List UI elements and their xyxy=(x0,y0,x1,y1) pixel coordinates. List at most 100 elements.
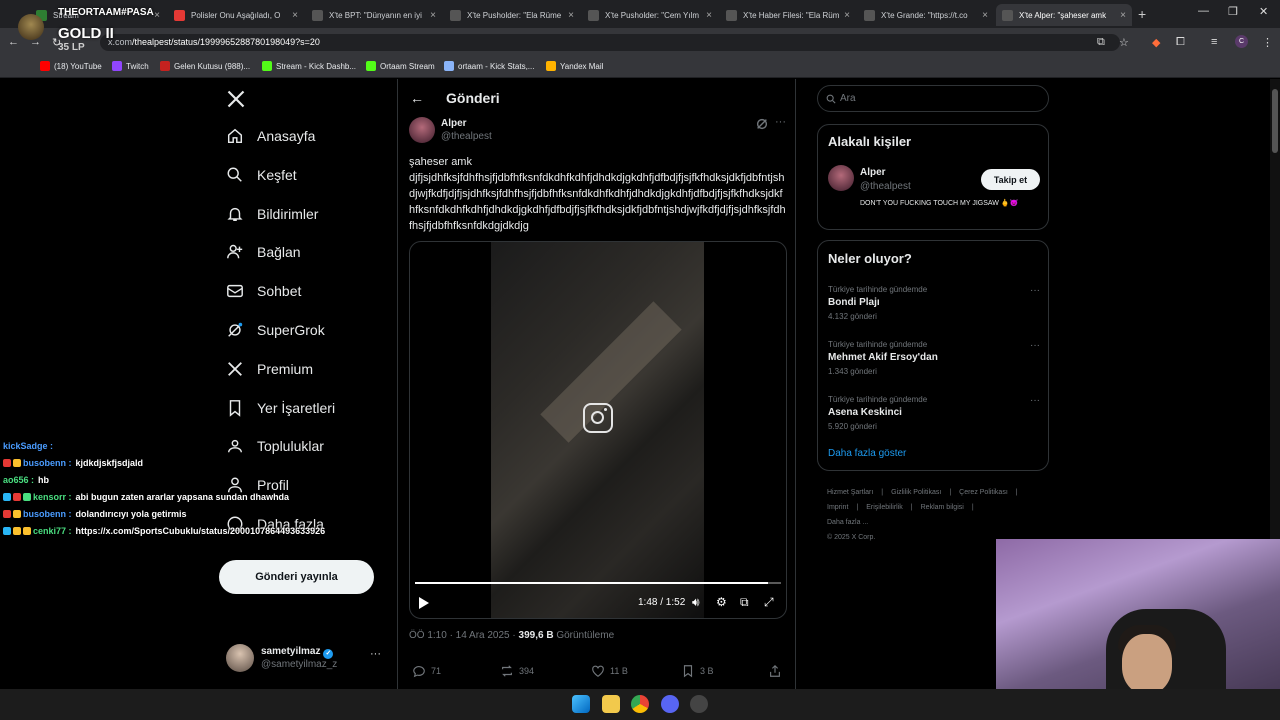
browser-tab[interactable]: X'te Grande: "https://t.co × xyxy=(858,4,994,26)
nav-item-person-add[interactable]: Bağlan xyxy=(226,243,301,261)
nav-item-home[interactable]: Anasayfa xyxy=(226,127,315,145)
start-icon[interactable] xyxy=(572,695,590,713)
chat-username[interactable]: kensorr : xyxy=(33,492,72,502)
settings-icon[interactable]: ⚙ xyxy=(716,595,727,609)
related-avatar[interactable] xyxy=(828,165,854,191)
trend-count: 1.343 gönderi xyxy=(828,367,877,376)
nav-item-bookmark[interactable]: Yer İşaretleri xyxy=(226,399,335,417)
bookmark-item[interactable]: Gelen Kutusu (988)... xyxy=(160,61,250,71)
show-more-link[interactable]: Daha fazla göster xyxy=(828,448,906,459)
related-name[interactable]: Alper xyxy=(860,167,886,178)
extension-icon[interactable]: ◆ xyxy=(1152,36,1160,49)
bookmark-item[interactable]: Yandex Mail xyxy=(546,61,603,71)
bookmark-item[interactable]: (18) YouTube xyxy=(40,61,102,71)
footer-link[interactable]: Gizlilik Politikası xyxy=(891,489,941,496)
author-avatar[interactable] xyxy=(409,117,435,143)
maximize-button[interactable]: ❐ xyxy=(1228,5,1238,18)
close-window-button[interactable]: ✕ xyxy=(1259,5,1268,18)
new-tab-button[interactable]: + xyxy=(1138,6,1146,22)
bookmark-item[interactable]: ortaam - Kick Stats,... xyxy=(444,61,534,71)
nav-label: Yer İşaretleri xyxy=(257,399,336,416)
verified-icon: ✓ xyxy=(323,649,334,659)
author-name[interactable]: Alper xyxy=(441,118,467,129)
footer-link[interactable]: Erişilebilirlik xyxy=(866,504,903,511)
like-button[interactable]: 11 B xyxy=(591,664,628,678)
tab-close-icon[interactable]: × xyxy=(706,10,712,21)
account-switcher[interactable]: sametyilmaz ✓ @sametyilmaz_z ··· xyxy=(226,642,386,676)
pip-icon[interactable]: ⧉ xyxy=(740,595,749,610)
tab-close-icon[interactable]: × xyxy=(982,10,988,21)
chat-username[interactable]: busobenn : xyxy=(23,458,72,468)
extensions-icon[interactable]: ⧠ xyxy=(1176,36,1185,49)
profile-avatar[interactable]: C xyxy=(1235,35,1248,48)
reply-button[interactable]: 71 xyxy=(412,664,441,678)
footer-link[interactable]: Çerez Politikası xyxy=(959,489,1008,496)
follow-button[interactable]: Takip et xyxy=(981,169,1040,190)
obs-icon[interactable] xyxy=(690,695,708,713)
browser-tab[interactable]: X'te Pusholder: "Ela Rüme × xyxy=(444,4,580,26)
chat-username[interactable]: kickSadge : xyxy=(3,441,53,451)
back-arrow-icon[interactable]: ← xyxy=(410,90,424,106)
tab-close-icon[interactable]: × xyxy=(1120,10,1126,21)
chrome-icon[interactable] xyxy=(631,695,649,713)
menu-icon[interactable]: ⋮ xyxy=(1262,36,1273,49)
play-icon[interactable] xyxy=(419,597,429,609)
nav-item-bell[interactable]: Bildirimler xyxy=(226,205,318,223)
file-explorer-icon[interactable] xyxy=(602,695,620,713)
search-input[interactable]: Ara xyxy=(817,85,1049,112)
footer-link[interactable]: Imprint xyxy=(827,504,848,511)
more-icon[interactable]: ··· xyxy=(370,648,381,660)
tab-close-icon[interactable]: × xyxy=(844,10,850,21)
media-icon[interactable]: ≡ xyxy=(1211,36,1217,48)
bookmark-button[interactable]: 3 B xyxy=(681,664,714,678)
footer-link[interactable]: Daha fazla ... xyxy=(827,519,868,526)
chat-username[interactable]: ao656 : xyxy=(3,475,34,485)
url-input[interactable]: x.com/thealpest/status/19999652887801980… xyxy=(100,34,1120,51)
trend-item[interactable]: Türkiye tarihinde gündemde Asena Keskinci… xyxy=(828,395,1040,431)
bookmark-item[interactable]: Ortaam Stream xyxy=(366,61,435,71)
nav-item-search[interactable]: Keşfet xyxy=(226,166,297,184)
tab-close-icon[interactable]: × xyxy=(568,10,574,21)
star-icon[interactable]: ☆ xyxy=(1119,36,1129,49)
post-more-icon[interactable]: ··· xyxy=(775,116,786,128)
author-handle[interactable]: @thealpest xyxy=(441,131,492,142)
minimize-button[interactable]: — xyxy=(1198,5,1209,17)
browser-tab[interactable]: Polisler Onu Aşağıladı, O × xyxy=(168,4,304,26)
repost-button[interactable]: 394 xyxy=(500,664,534,678)
video-progress-bar[interactable] xyxy=(415,582,781,584)
bookmark-label: (18) YouTube xyxy=(54,61,102,71)
footer-link[interactable]: © 2025 X Corp. xyxy=(827,534,875,541)
bookmark-item[interactable]: Twitch xyxy=(112,61,149,71)
bookmark-item[interactable]: Stream - Kick Dashb... xyxy=(262,61,356,71)
share-button[interactable] xyxy=(768,664,787,678)
trend-more-icon[interactable]: ··· xyxy=(1030,340,1040,351)
trends-title: Neler oluyor? xyxy=(828,251,912,266)
video-player[interactable]: 1:48 / 1:52 🔊︎ ⚙ ⧉ ⤢ xyxy=(409,241,787,619)
related-handle[interactable]: @thealpest xyxy=(860,181,911,192)
browser-tab[interactable]: X'te Pusholder: "Cem Yılm × xyxy=(582,4,718,26)
account-name: sametyilmaz xyxy=(261,646,321,657)
trend-item[interactable]: Türkiye tarihinde gündemde Mehmet Akif Er… xyxy=(828,340,1040,376)
post-button[interactable]: Gönderi yayınla xyxy=(219,560,374,594)
discord-icon[interactable] xyxy=(661,695,679,713)
footer-link[interactable]: Hizmet Şartları xyxy=(827,489,873,496)
footer-link[interactable]: Reklam bilgisi xyxy=(921,504,964,511)
browser-tab[interactable]: X'te Haber Filesi: "Ela Rüm × xyxy=(720,4,856,26)
chat-username[interactable]: busobenn : xyxy=(23,509,72,519)
tab-close-icon[interactable]: × xyxy=(292,10,298,21)
trend-more-icon[interactable]: ··· xyxy=(1030,285,1040,296)
browser-tab[interactable]: X'te Alper: "şaheser amk × xyxy=(996,4,1132,26)
nav-item-grok[interactable]: SuperGrok xyxy=(226,321,325,339)
chat-username[interactable]: cenki77 : xyxy=(33,526,72,536)
fullscreen-icon[interactable]: ⤢ xyxy=(764,595,774,610)
nav-item-x-logo[interactable]: Premium xyxy=(226,360,313,378)
x-logo-icon[interactable] xyxy=(226,89,246,109)
trend-item[interactable]: Türkiye tarihinde gündemde Bondi Plajı 4.1… xyxy=(828,285,1040,321)
volume-icon[interactable]: 🔊︎ xyxy=(692,595,700,610)
nav-item-mail[interactable]: Sohbet xyxy=(226,282,301,300)
browser-tab[interactable]: X'te BPT: "Dünyanın en iyi × xyxy=(306,4,442,26)
trend-more-icon[interactable]: ··· xyxy=(1030,395,1040,406)
tab-close-icon[interactable]: × xyxy=(430,10,436,21)
grok-icon[interactable] xyxy=(755,117,769,131)
install-icon[interactable]: ⧉ xyxy=(1097,36,1105,49)
